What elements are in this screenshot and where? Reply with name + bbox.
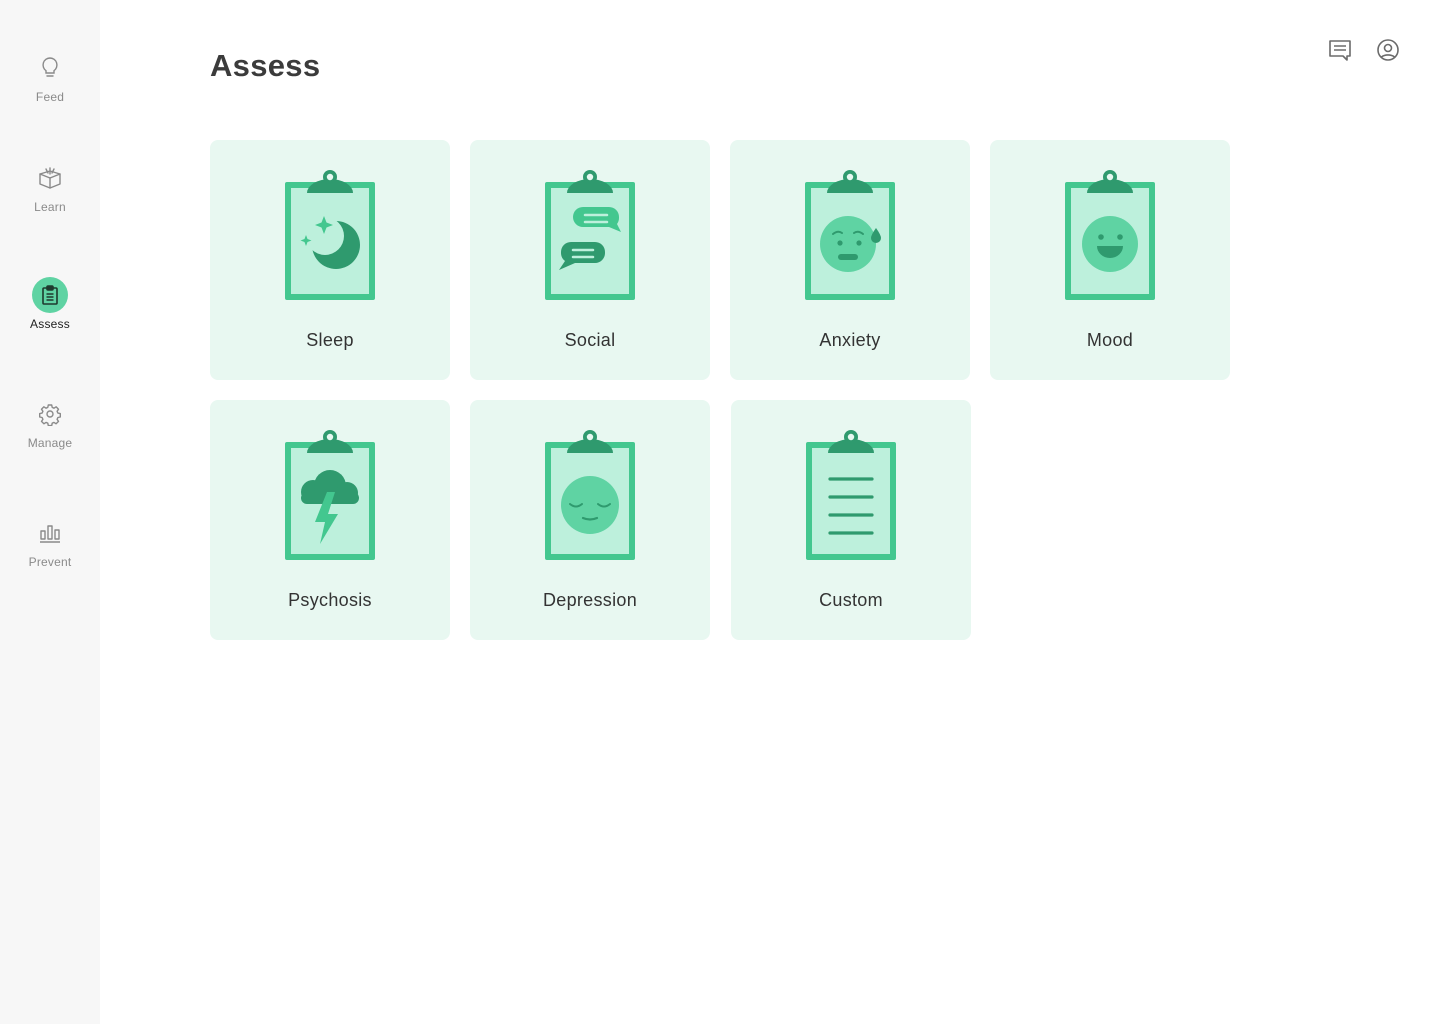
sidebar-item-label: Learn [34, 200, 66, 214]
bar-chart-icon [32, 515, 68, 551]
header-actions [1326, 38, 1402, 66]
sidebar-item-prevent[interactable]: Prevent [0, 515, 100, 569]
assessment-card-anxiety[interactable]: Anxiety [730, 140, 970, 380]
book-icon [32, 160, 68, 196]
sidebar-item-label: Feed [35, 90, 65, 104]
profile-button[interactable] [1374, 38, 1402, 66]
sidebar-item-label: Manage [27, 436, 73, 450]
anxious-face-icon [805, 170, 895, 300]
sad-face-icon [545, 430, 635, 560]
sidebar-item-assess[interactable]: Assess [0, 277, 100, 331]
happy-face-icon [1065, 170, 1155, 300]
gear-icon [32, 396, 68, 432]
user-profile-icon [1375, 37, 1401, 68]
sidebar-item-label: Prevent [28, 555, 72, 569]
sidebar: Feed Learn Assess Manage Prevent [0, 0, 100, 1024]
assessment-card-mood[interactable]: Mood [990, 140, 1230, 380]
card-label: Depression [542, 590, 638, 610]
assessment-card-social[interactable]: Social [470, 140, 710, 380]
sidebar-item-feed[interactable]: Feed [0, 50, 100, 104]
assessment-card-sleep[interactable]: Sleep [210, 140, 450, 380]
clipboard-icon [32, 277, 68, 313]
card-label: Mood [1086, 330, 1134, 350]
moon-stars-icon [285, 170, 375, 300]
card-label: Anxiety [819, 330, 881, 350]
lines-icon [806, 430, 896, 560]
assessment-card-custom[interactable]: Custom [731, 400, 971, 640]
message-icon [1327, 37, 1353, 68]
storm-cloud-icon [285, 430, 375, 560]
sidebar-item-learn[interactable]: Learn [0, 160, 100, 214]
page-title: Assess [210, 48, 321, 83]
card-label: Sleep [306, 330, 354, 350]
speech-bubbles-icon [545, 170, 635, 300]
sidebar-item-label: Assess [30, 317, 70, 331]
lightbulb-icon [32, 50, 68, 86]
sidebar-item-manage[interactable]: Manage [0, 396, 100, 450]
card-label: Custom [819, 590, 883, 610]
assessment-card-depression[interactable]: Depression [470, 400, 710, 640]
assessment-card-psychosis[interactable]: Psychosis [210, 400, 450, 640]
card-label: Social [564, 330, 616, 350]
messages-button[interactable] [1326, 38, 1354, 66]
card-label: Psychosis [288, 590, 372, 610]
